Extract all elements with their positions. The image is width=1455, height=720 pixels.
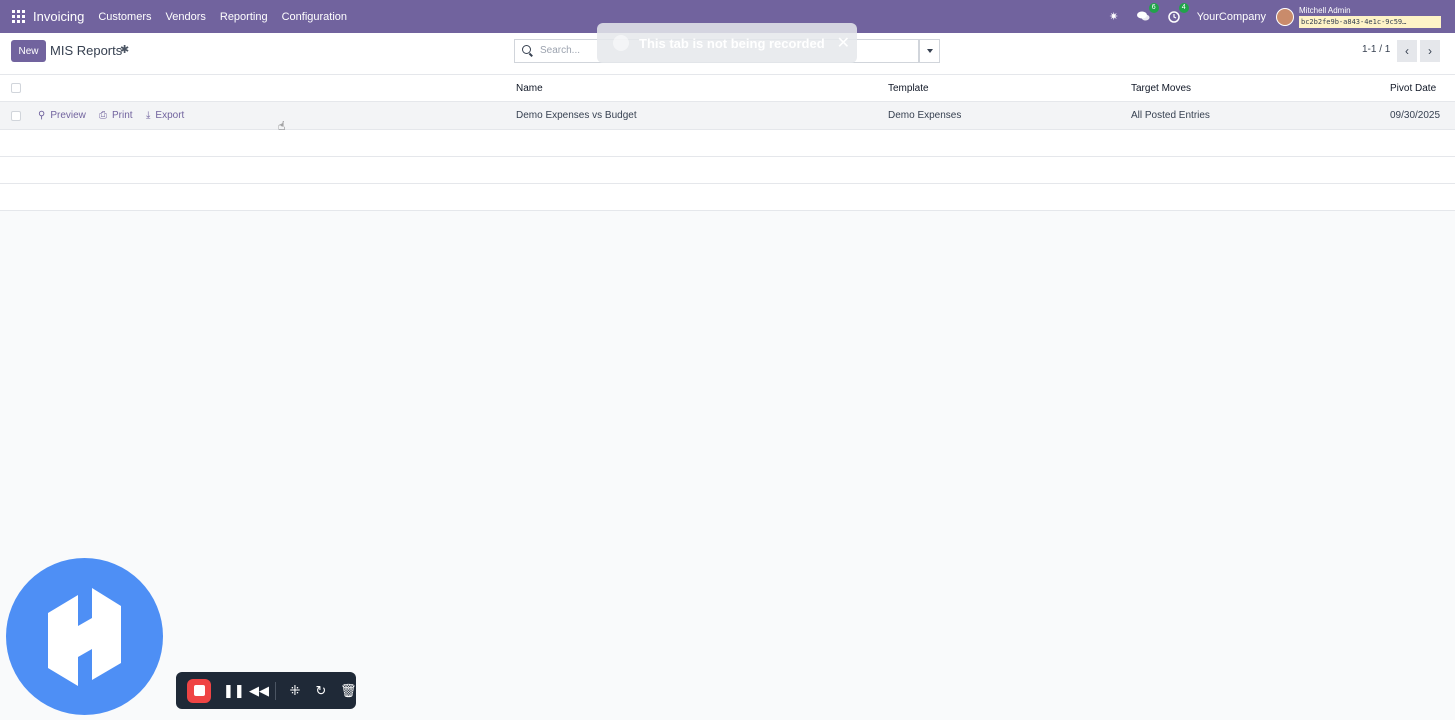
pager-value[interactable]: 1-1 / 1	[1362, 44, 1390, 55]
new-button[interactable]: New	[11, 40, 46, 62]
preview-button[interactable]: ⚲ Preview	[38, 110, 86, 121]
preview-label: Preview	[50, 110, 86, 121]
table-row[interactable]: ⚲ Preview ⎙ Print ⤓ Export Demo Expenses…	[0, 102, 1455, 130]
apps-grid-icon[interactable]	[12, 10, 25, 23]
pager-next-button[interactable]: ›	[1420, 40, 1440, 62]
toolbar-divider	[275, 681, 276, 700]
user-menu[interactable]: Mitchell Admin bc2b2fe9b-a843-4e1c-9c59…	[1299, 6, 1441, 28]
recording-toast: This tab is not being recorded ✕	[597, 23, 857, 63]
activity-clock-icon[interactable]: 4	[1167, 2, 1189, 24]
list-header: Name Template Target Moves Pivot Date	[0, 75, 1455, 102]
recorder-toolbar: ❚❚ ◀◀ ⁜ ↻ 🗑	[176, 672, 357, 709]
navbar-systray: ✷ 6 4 YourCompany Mitchell Admin bc2b2fe…	[1107, 0, 1455, 33]
toast-text: This tab is not being recorded	[639, 35, 825, 51]
column-pivot-date[interactable]: Pivot Date	[1390, 83, 1436, 94]
recorder-logo-icon	[613, 35, 629, 51]
export-button[interactable]: ⤓ Export	[146, 110, 184, 121]
menu-reporting[interactable]: Reporting	[220, 11, 268, 23]
empty-row	[0, 130, 1455, 157]
row-checkbox[interactable]	[11, 111, 21, 121]
stop-recording-button[interactable]	[187, 678, 211, 703]
search-icon: ⚲	[38, 110, 46, 121]
empty-row	[0, 157, 1455, 184]
search-options-toggle[interactable]	[919, 39, 940, 63]
caret-down-icon	[926, 49, 933, 53]
user-name: Mitchell Admin	[1299, 5, 1351, 15]
chat-badge: 6	[1148, 2, 1159, 13]
select-all-checkbox[interactable]	[11, 83, 21, 93]
database-tag: bc2b2fe9b-a843-4e1c-9c59…	[1299, 15, 1441, 28]
page-title: MIS Reports	[50, 43, 123, 58]
app-name[interactable]: Invoicing	[33, 9, 84, 24]
search-placeholder: Search...	[540, 45, 581, 56]
cell-name: Demo Expenses vs Budget	[516, 110, 637, 121]
cell-pivot-date: 09/30/2025	[1390, 110, 1441, 121]
activity-badge: 4	[1178, 2, 1189, 13]
user-avatar[interactable]	[1276, 7, 1294, 26]
search-icon	[522, 45, 531, 54]
rewind-icon[interactable]: ◀◀	[249, 683, 269, 699]
menu-configuration[interactable]: Configuration	[282, 11, 347, 23]
mouse-cursor-icon: ☝	[278, 119, 286, 133]
download-icon: ⤓	[146, 110, 151, 121]
gear-icon[interactable]: ✱	[120, 43, 129, 56]
close-icon[interactable]: ✕	[837, 33, 850, 53]
menu-vendors[interactable]: Vendors	[166, 11, 206, 23]
empty-row	[0, 184, 1455, 211]
pager-previous-button[interactable]: ‹	[1397, 40, 1417, 62]
trash-icon[interactable]: 🗑	[340, 683, 357, 699]
menu-customers[interactable]: Customers	[98, 11, 151, 23]
cell-target-moves: All Posted Entries	[1131, 110, 1210, 121]
export-label: Export	[155, 110, 185, 121]
pause-icon[interactable]: ❚❚	[223, 683, 245, 699]
column-template[interactable]: Template	[888, 83, 929, 94]
column-name[interactable]: Name	[516, 83, 543, 94]
print-label: Print	[112, 110, 133, 121]
recorder-logo[interactable]	[6, 558, 163, 715]
column-target-moves[interactable]: Target Moves	[1131, 83, 1191, 94]
chat-icon[interactable]: 6	[1137, 2, 1159, 24]
print-button[interactable]: ⎙ Print	[99, 110, 133, 121]
restart-icon[interactable]: ↻	[314, 683, 328, 699]
cell-template: Demo Expenses	[888, 110, 962, 121]
printer-icon: ⎙	[99, 110, 107, 121]
grid-icon[interactable]: ⁜	[288, 683, 302, 699]
company-switcher[interactable]: YourCompany	[1197, 11, 1266, 23]
bug-icon[interactable]: ✷	[1107, 10, 1121, 24]
